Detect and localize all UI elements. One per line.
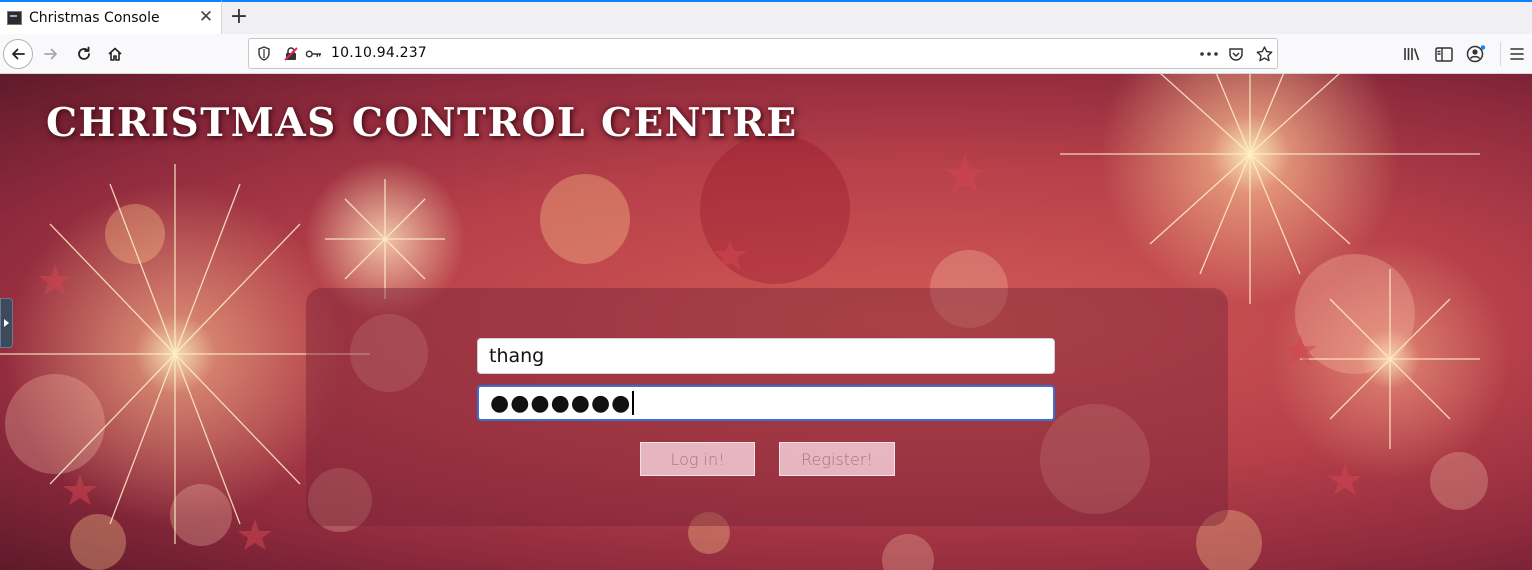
page-title: CHRISTMAS CONTROL CENTRE — [46, 100, 798, 146]
login-button[interactable]: Log in! — [640, 442, 755, 476]
password-input[interactable]: ●●●●●●● — [477, 385, 1055, 421]
username-input[interactable] — [477, 338, 1055, 374]
tab-christmas-console[interactable]: Christmas Console ✕ — [0, 0, 222, 36]
key-icon[interactable] — [305, 45, 322, 62]
forward-arrow-icon — [44, 48, 57, 60]
reload-icon — [78, 46, 90, 60]
star-icon[interactable] — [1254, 45, 1274, 63]
url-bar[interactable]: 10.10.94.237 — [248, 38, 1278, 69]
login-panel: ●●●●●●● Log in! Register! — [306, 288, 1228, 526]
sidebar-toggle-handle[interactable] — [0, 298, 13, 348]
new-tab-button[interactable]: + — [228, 5, 250, 29]
back-button[interactable] — [3, 39, 33, 69]
home-icon — [108, 47, 122, 61]
terminal-icon — [7, 11, 22, 25]
hamburger-menu-icon[interactable] — [1507, 44, 1527, 64]
account-icon[interactable] — [1466, 44, 1486, 64]
pocket-icon[interactable] — [1226, 45, 1246, 63]
forward-button[interactable] — [36, 39, 66, 69]
tab-strip: Christmas Console ✕ + — [0, 0, 1532, 36]
more-icon[interactable] — [1199, 45, 1219, 63]
shield-icon[interactable] — [255, 45, 272, 62]
back-arrow-icon — [12, 48, 25, 60]
reload-button[interactable] — [69, 39, 99, 69]
home-button[interactable] — [100, 39, 130, 69]
sidebar-icon[interactable] — [1434, 44, 1454, 64]
insecure-lock-icon[interactable] — [282, 45, 299, 62]
tab-title: Christmas Console — [29, 10, 160, 26]
close-icon[interactable]: ✕ — [197, 8, 215, 26]
password-mask: ●●●●●●● — [490, 390, 632, 416]
toolbar-separator — [1500, 42, 1501, 66]
text-cursor — [632, 391, 635, 415]
url-text: 10.10.94.237 — [331, 45, 427, 61]
navigation-toolbar: 10.10.94.237 — [0, 34, 1532, 74]
register-button[interactable]: Register! — [779, 442, 895, 476]
page-content: CHRISTMAS CONTROL CENTRE ●●●●●●● Log in!… — [0, 74, 1532, 570]
library-icon[interactable] — [1402, 44, 1422, 64]
